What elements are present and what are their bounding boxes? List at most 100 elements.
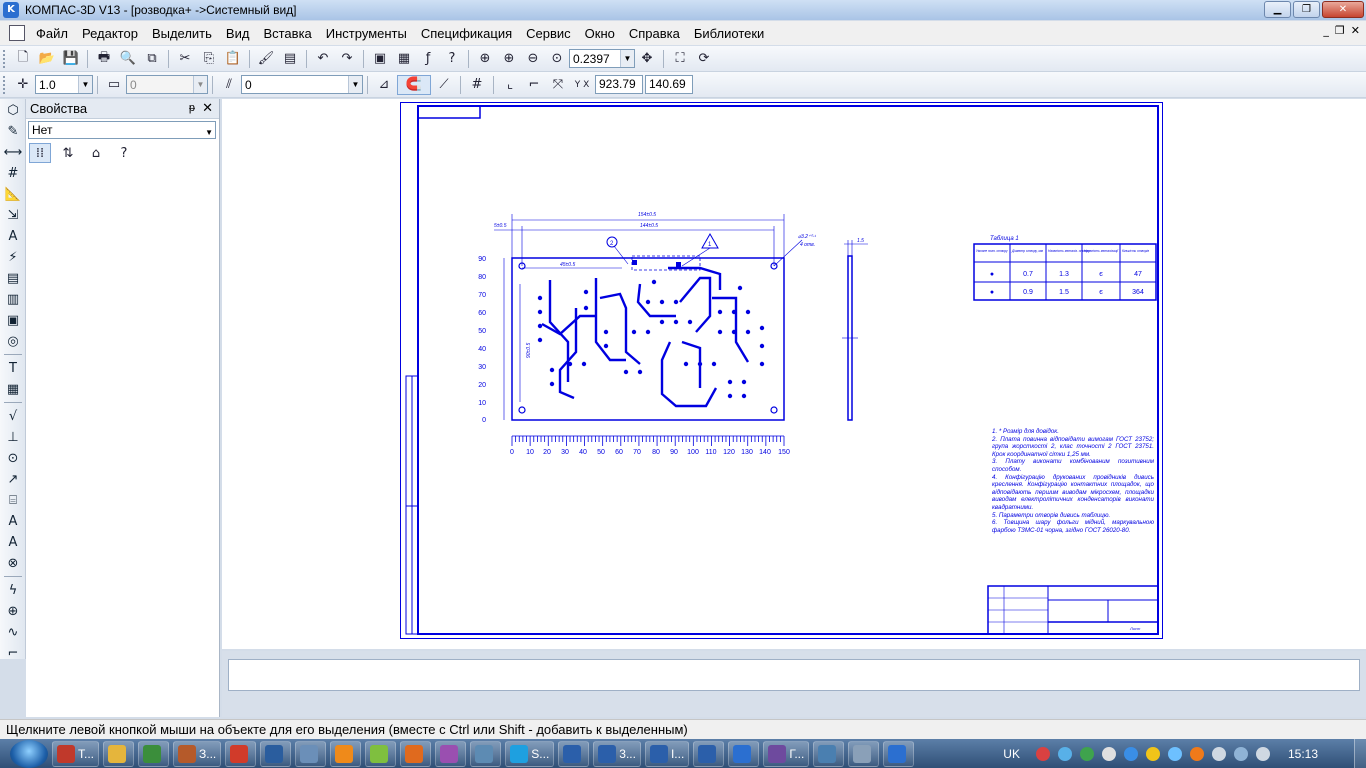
pin-icon[interactable]: ᵽ [189, 102, 195, 114]
axis-icon[interactable]: ⊕ [2, 601, 24, 621]
menu-window[interactable]: Окно [578, 26, 622, 41]
snap-magnet-icon[interactable]: 🧲 [397, 74, 431, 95]
center-mark-icon[interactable]: ⊗ [2, 553, 24, 573]
geometry-icon[interactable]: ⬡ [2, 100, 24, 120]
signal-icon[interactable] [1233, 746, 1248, 761]
measure-icon[interactable]: 📐 [2, 184, 24, 204]
taskbar-item-pdf[interactable]: T... [52, 740, 100, 767]
fragment-icon[interactable]: ◎ [2, 331, 24, 351]
hatch-icon[interactable]: ⌐ [2, 643, 24, 663]
clock[interactable]: 15:13 [1288, 747, 1318, 761]
taskbar-item-chrome[interactable] [138, 740, 170, 767]
taskbar-item-media[interactable] [435, 740, 467, 767]
zoom-out-icon[interactable]: ⊖ [522, 49, 544, 69]
taskbar-item-word[interactable]: I... [644, 740, 690, 767]
report-icon[interactable]: ▤ [2, 268, 24, 288]
taskbar-item-kompas[interactable] [728, 740, 760, 767]
style-icon[interactable]: ⫽ [218, 75, 240, 95]
section-icon[interactable]: A [2, 511, 24, 531]
help-icon[interactable]: ? [113, 143, 135, 163]
base-icon[interactable]: ⊥ [2, 427, 24, 447]
taskbar-item-kompas[interactable] [883, 740, 915, 767]
menu-help[interactable]: Справка [622, 26, 687, 41]
toolbar-grip[interactable] [3, 75, 7, 94]
preview-icon[interactable]: 🔍 [117, 49, 139, 69]
battery-icon[interactable] [1255, 746, 1270, 761]
chevron-down-icon[interactable]: ▼ [348, 76, 362, 93]
skull-icon[interactable] [1101, 746, 1116, 761]
pan-icon[interactable]: ✥ [636, 49, 658, 69]
redo-icon[interactable]: ↷ [336, 49, 358, 69]
taskbar-item-word[interactable] [558, 740, 590, 767]
layer-icon[interactable]: ▭ [103, 75, 125, 95]
grouped-view-icon[interactable]: ⁞⁞ [29, 143, 51, 163]
sort-icon[interactable]: ⇅ [57, 143, 79, 163]
refresh-icon[interactable]: ⟳ [693, 49, 715, 69]
drawing-canvas[interactable]: 154±0.5 144±0.5 5±0.5 45±0.5 ⌀3.2⁺⁰·¹ 4 … [222, 99, 1366, 649]
wave-line-icon[interactable]: ∿ [2, 622, 24, 642]
print-icon[interactable]: 🖶 [93, 49, 115, 69]
copy-icon[interactable]: ⎘ [198, 49, 220, 69]
menu-view[interactable]: Вид [219, 26, 257, 41]
close-icon[interactable]: ✕ [202, 100, 213, 116]
taskbar-item-odnoklassniki[interactable] [330, 740, 362, 767]
taskbar-item-tool[interactable] [470, 740, 502, 767]
utorrent-icon[interactable] [1079, 746, 1094, 761]
mdi-close-button[interactable]: ✕ [1351, 24, 1360, 37]
minimize-button[interactable]: ▁ [1264, 1, 1291, 18]
variables-icon[interactable]: ƒ [417, 49, 439, 69]
view-icon[interactable]: ▣ [2, 310, 24, 330]
tools-tray-icon[interactable] [1145, 746, 1160, 761]
step-combo[interactable]: 1.0 ▼ [35, 75, 93, 94]
view-arrow-icon[interactable]: A [2, 532, 24, 552]
step-cursor-icon[interactable]: ✛ [12, 75, 34, 95]
taskbar-item-network[interactable] [813, 740, 845, 767]
mdi-minimize-button[interactable]: _ [1323, 24, 1329, 37]
chevron-down-icon[interactable]: ▼ [205, 125, 213, 141]
maximize-button[interactable]: ❐ [1293, 1, 1320, 18]
format-brush-icon[interactable]: 🖌 [255, 49, 277, 69]
text-icon[interactable]: T [2, 358, 24, 378]
taskbar-item-limewire[interactable] [365, 740, 397, 767]
round-icon[interactable]: ⤧ [547, 75, 569, 95]
copy-properties-icon[interactable]: ⧉ [141, 49, 163, 69]
menu-file[interactable]: Файл [29, 26, 75, 41]
coord-y-field[interactable]: 140.69 [645, 75, 693, 94]
new-document-icon[interactable]: 🗋 [12, 49, 34, 69]
layer-combo[interactable]: 0 ▼ [126, 75, 208, 94]
roughness-icon[interactable]: √ [2, 406, 24, 426]
help-pointer-icon[interactable]: ? [441, 49, 463, 69]
taskbar-item-word[interactable] [693, 740, 725, 767]
menu-insert[interactable]: Вставка [256, 26, 318, 41]
volume-icon[interactable] [1211, 746, 1226, 761]
taskbar-item-word[interactable]: 3... [593, 740, 641, 767]
properties-panel-icon[interactable]: ▤ [279, 49, 301, 69]
language-indicator[interactable]: UK [1003, 747, 1020, 761]
taskbar-item-kompas[interactable] [295, 740, 327, 767]
toolbar-grip[interactable] [3, 49, 7, 68]
chevron-down-icon[interactable]: ▼ [193, 76, 207, 93]
open-icon[interactable]: 📂 [36, 49, 58, 69]
taskbar-item-yandex[interactable] [225, 740, 257, 767]
menu-specification[interactable]: Спецификация [414, 26, 519, 41]
paste-icon[interactable]: 📋 [222, 49, 244, 69]
menu-select[interactable]: Выделить [145, 26, 219, 41]
table-icon[interactable]: ▦ [2, 379, 24, 399]
ortho-mode-icon[interactable]: ⌐ [523, 75, 545, 95]
coord-x-field[interactable]: 923.79 [595, 75, 643, 94]
dimensions-icon[interactable]: ⟷ [2, 142, 24, 162]
ortho-icon[interactable]: ⊿ [373, 75, 395, 95]
taskbar-item-opera[interactable] [260, 740, 292, 767]
zoom-window-icon[interactable]: ⊕ [474, 49, 496, 69]
taskbar-item-folder[interactable] [103, 740, 135, 767]
spec-icon[interactable]: ⚡ [2, 247, 24, 267]
save-icon[interactable]: 💾 [60, 49, 82, 69]
manager-icon[interactable]: ▣ [369, 49, 391, 69]
drawing-sheet[interactable]: 154±0.5 144±0.5 5±0.5 45±0.5 ⌀3.2⁺⁰·¹ 4 … [400, 102, 1164, 640]
home-icon[interactable]: ⌂ [85, 143, 107, 163]
break-line-icon[interactable]: ϟ [2, 580, 24, 600]
taskbar-item-winamp[interactable]: З... [173, 740, 222, 767]
undo-icon[interactable]: ↶ [312, 49, 334, 69]
menu-edit[interactable]: Редактор [75, 26, 145, 41]
close-button[interactable]: ✕ [1322, 1, 1364, 18]
